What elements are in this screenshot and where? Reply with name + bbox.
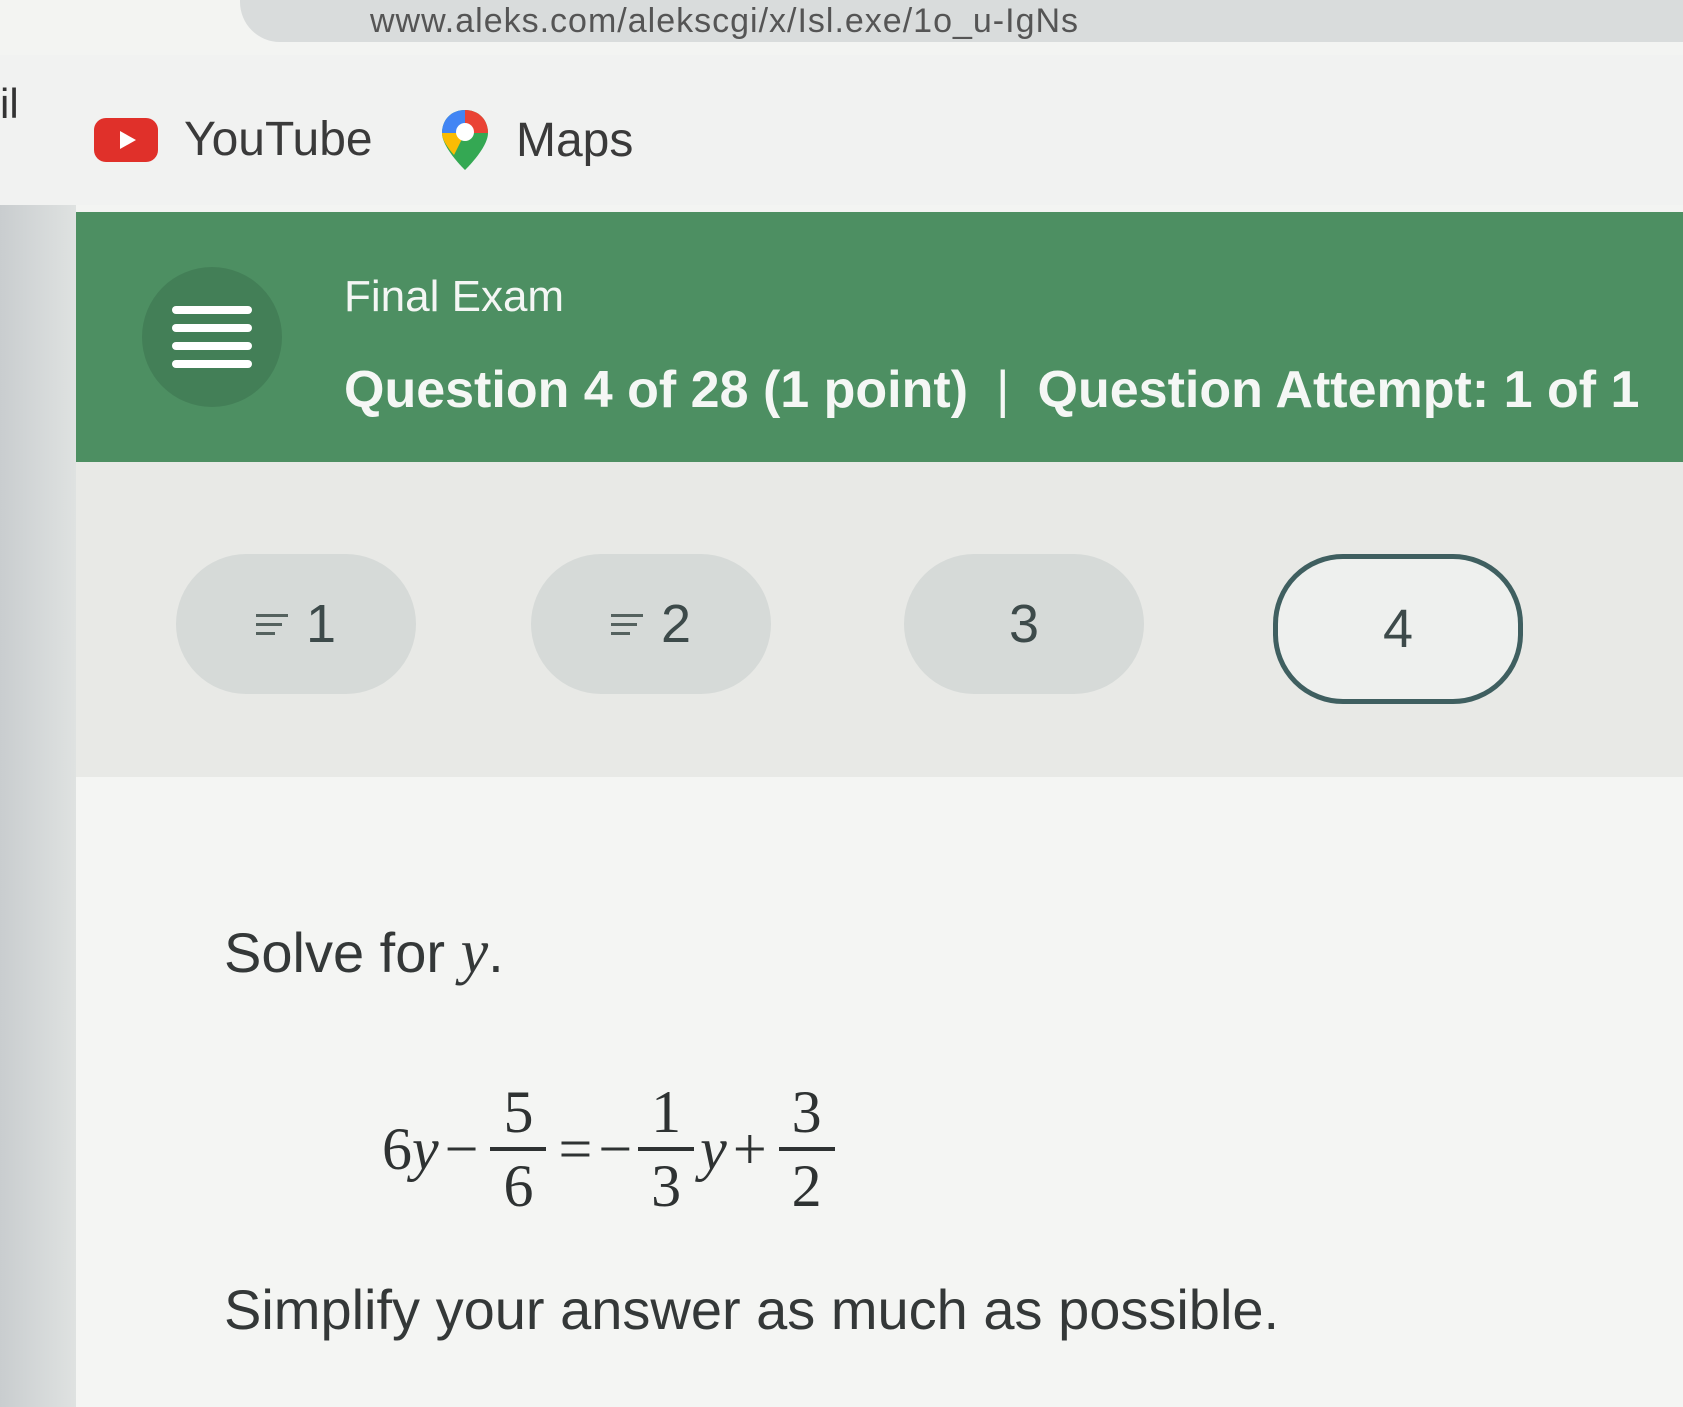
status-separator: |	[996, 361, 1010, 419]
list-icon	[255, 613, 288, 635]
eq-var-y: y	[700, 1115, 727, 1182]
hamburger-icon	[172, 306, 252, 368]
eq-var-y: y	[412, 1115, 439, 1182]
eq-negative: −	[598, 1115, 633, 1182]
maps-pin-icon	[440, 108, 490, 172]
problem-prompt: Solve for y.	[224, 917, 504, 988]
fraction-denominator: 2	[791, 1153, 822, 1219]
bookmark-maps[interactable]: Maps	[440, 108, 633, 172]
eq-equals: =	[558, 1115, 593, 1182]
fraction-denominator: 6	[503, 1153, 534, 1219]
page-title: Final Exam	[344, 272, 565, 321]
question-pill-label: 3	[1008, 594, 1040, 654]
youtube-icon	[94, 117, 158, 162]
bookmark-youtube[interactable]: YouTube	[94, 112, 373, 167]
fraction-numerator: 3	[791, 1079, 822, 1145]
question-navigation: 1 2 3 4	[76, 462, 1683, 777]
list-icon	[610, 613, 643, 635]
fraction-3-2: 3 2	[778, 1077, 835, 1221]
question-pill-label: 4	[1382, 599, 1414, 659]
fraction-denominator: 3	[651, 1153, 682, 1219]
question-status: Question 4 of 28 (1 point) | Question At…	[344, 360, 1639, 420]
menu-button[interactable]	[142, 267, 282, 407]
question-pill-label: 1	[305, 594, 337, 654]
question-pill-3[interactable]: 3	[904, 554, 1144, 694]
bookmark-youtube-label: YouTube	[184, 113, 373, 166]
question-pill-2[interactable]: 2	[531, 554, 771, 694]
screen-edge	[0, 205, 76, 1407]
prompt-text: Solve for	[224, 921, 445, 984]
fraction-1-3: 1 3	[638, 1077, 695, 1221]
fraction-numerator: 5	[503, 1079, 534, 1145]
bookmark-cut-label[interactable]: il	[0, 80, 19, 128]
eq-coef: 6	[382, 1115, 412, 1182]
question-pill-1[interactable]: 1	[176, 554, 416, 694]
equation: 6 y − 5 6 = − 1 3 y + 3 2	[382, 1077, 841, 1221]
fraction-numerator: 1	[651, 1079, 682, 1145]
fraction-5-6: 5 6	[490, 1077, 547, 1221]
prompt-period: .	[488, 921, 504, 984]
address-bar[interactable]: www.aleks.com/alekscgi/x/Isl.exe/1o_u-Ig…	[240, 0, 1683, 42]
eq-plus: +	[732, 1115, 767, 1182]
exam-header: Final Exam Question 4 of 28 (1 point) | …	[76, 212, 1683, 462]
bookmark-maps-label: Maps	[516, 113, 634, 167]
page: www.aleks.com/alekscgi/x/Isl.exe/1o_u-Ig…	[0, 0, 1683, 1407]
problem-area: Solve for y. 6 y − 5 6 = − 1 3 y + 3 2 S…	[76, 777, 1683, 1407]
question-info: Question 4 of 28 (1 point)	[344, 361, 969, 419]
url-text: www.aleks.com/alekscgi/x/Isl.exe/1o_u-Ig…	[370, 2, 1080, 40]
prompt-variable: y	[460, 918, 489, 986]
problem-instruction: Simplify your answer as much as possible…	[224, 1278, 1280, 1341]
question-pill-label: 2	[660, 594, 692, 654]
eq-minus: −	[444, 1115, 479, 1182]
attempt-info: Question Attempt: 1 of 1	[1037, 361, 1640, 419]
question-pill-4[interactable]: 4	[1273, 554, 1523, 704]
